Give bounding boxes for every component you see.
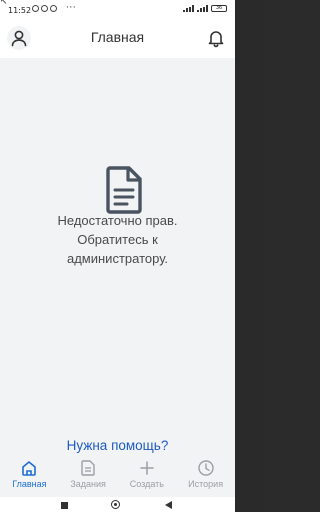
- bell-icon: [208, 31, 224, 48]
- page-title: Главная: [90, 29, 145, 45]
- recent-apps-button[interactable]: [61, 502, 68, 509]
- cursor-icon: ↖: [0, 0, 8, 7]
- battery-icon: 36: [211, 5, 227, 12]
- status-bar: ↖ 11:52 ··· 36: [0, 0, 235, 20]
- status-time: 11:52: [8, 6, 32, 15]
- tab-tasks[interactable]: Задания: [59, 455, 118, 495]
- signal-icon: [183, 5, 194, 12]
- plus-icon: [140, 461, 154, 475]
- tab-create[interactable]: Создать: [118, 455, 177, 495]
- app-header: Главная: [0, 20, 235, 58]
- system-nav-bar: [0, 497, 235, 512]
- tab-label: Создать: [129, 479, 164, 489]
- help-link[interactable]: Нужна помощь?: [0, 438, 235, 453]
- tab-label: Главная: [12, 479, 47, 489]
- notification-icons: [32, 5, 57, 12]
- document-icon: [81, 460, 95, 476]
- access-denied-message: Недостаточно прав. Обратитесь к админист…: [57, 213, 178, 266]
- home-icon: [22, 461, 37, 476]
- tab-label: Задания: [70, 479, 106, 489]
- clock-icon: [197, 460, 214, 476]
- screen-edge: [235, 0, 264, 512]
- document-icon: [106, 166, 142, 214]
- sync-icon: [50, 5, 57, 12]
- sync-icon: [41, 5, 48, 12]
- tab-history[interactable]: История: [176, 455, 235, 495]
- back-button[interactable]: [165, 501, 172, 509]
- tab-label: История: [188, 479, 224, 489]
- home-button[interactable]: [111, 500, 120, 509]
- system-icons: 36: [183, 5, 227, 12]
- signal-icon: [197, 5, 208, 12]
- more-notifications: ···: [66, 3, 77, 13]
- bottom-tab-bar: Главная Задания Создать История: [0, 455, 235, 495]
- app-screen: ↖ 11:52 ··· 36 Главная Недостаточно прав…: [0, 0, 235, 512]
- whatsapp-icon: [32, 5, 39, 12]
- tab-home[interactable]: Главная: [0, 455, 59, 495]
- notifications-button[interactable]: [206, 28, 226, 48]
